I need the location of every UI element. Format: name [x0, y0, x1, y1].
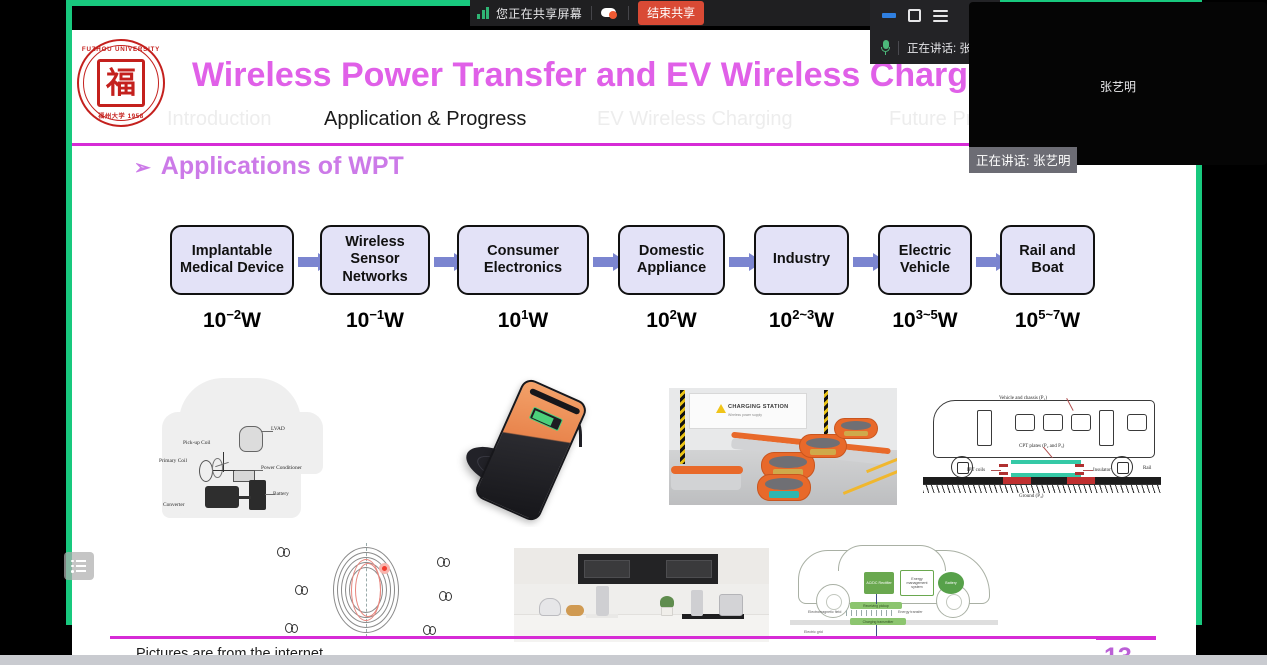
label-converter: Converter: [163, 502, 185, 508]
label-cpt-plates: CPT plates (P₂ and P₃): [1019, 444, 1065, 449]
hamburger-menu-icon[interactable]: [933, 9, 948, 22]
flow-power-2: 101W: [497, 307, 549, 332]
domestic-appliance-kitchen-photo: [514, 548, 769, 642]
speaking-badge: 正在讲话: 张艺明: [969, 147, 1078, 173]
flow-box-industry: Industry: [754, 225, 849, 295]
bullet-arrow-icon: ➢: [134, 157, 151, 179]
section-heading: ➢ Applications of WPT: [134, 152, 404, 181]
label-ipt-coils: IPT coils: [967, 468, 986, 473]
sharing-status-text: 您正在共享屏幕: [496, 6, 583, 21]
pause-share-icon[interactable]: [601, 6, 619, 20]
agv-charging-station-photo: CHARGING STATION Wireless power supply: [669, 388, 897, 505]
footer-divider: [110, 636, 1130, 639]
label-insulator: Insulator: [1093, 468, 1111, 473]
ev-label-energy-transfer: Energy transfer: [898, 610, 923, 614]
maximize-icon[interactable]: [908, 9, 921, 22]
screen-root: FUZHOU UNIVERSITY 福 福州大学 1958 Wireless P…: [0, 0, 1267, 665]
ev-wireless-charging-diagram: AC/DC Rectifier Energy management system…: [790, 542, 998, 642]
page-number-divider: [1096, 636, 1156, 640]
charging-station-sign-sub: Wireless power supply: [728, 413, 762, 417]
charging-station-sign-title: CHARGING STATION: [728, 404, 789, 410]
label-lvad: LVAD: [271, 426, 285, 432]
list-menu-icon: [71, 559, 87, 573]
flow-power-6: 105~7W: [1014, 307, 1081, 332]
footer-note: Pictures are from the internet.: [136, 646, 327, 655]
ev-label-em-field: Electromagnetic field: [808, 610, 842, 614]
section-heading-text: Applications of WPT: [160, 152, 404, 180]
participant-name: 张艺明: [1099, 80, 1136, 94]
page-number: 13: [1104, 643, 1132, 655]
ev-block-battery: Battery: [938, 572, 964, 594]
minimize-icon[interactable]: [882, 13, 896, 18]
label-vehicle-chassis: Vehicle and chassis (P₁): [999, 396, 1047, 401]
participant-video-tile[interactable]: 张艺明: [969, 2, 1267, 165]
flow-power-1: 10−1W: [345, 307, 404, 332]
logo-top-text: FUZHOU UNIVERSITY: [81, 46, 161, 53]
label-primary-coil: Primary Coil: [159, 458, 188, 464]
wpt-application-flowchart: Implantable Medical Device 10−2W Wireles…: [92, 225, 1187, 335]
ev-block-ac-dc: AC/DC Rectifier: [864, 572, 894, 594]
rail-cpt-ipt-diagram: Vehicle and chassis (P₁) CPT plates (P₂ …: [915, 388, 1167, 505]
label-rail: Rail: [1143, 466, 1152, 471]
ev-charging-pad: Charging transmitter: [850, 618, 906, 625]
logo-bottom-text: 福州大学 1958: [98, 113, 144, 120]
signal-bars-icon: [477, 7, 489, 19]
desktop-taskbar: [0, 655, 1267, 665]
ev-label-electric-grid: Electric grid: [804, 630, 823, 634]
microphone-icon: [881, 40, 890, 55]
flow-box-domestic-appliance: Domestic Appliance: [618, 225, 725, 295]
flow-power-5: 103~5W: [892, 307, 958, 332]
toolbar-separator-1: [591, 6, 593, 20]
end-share-button[interactable]: 结束共享: [638, 1, 705, 25]
tab-ev-wireless-charging[interactable]: EV Wireless Charging: [597, 108, 793, 131]
flow-box-wireless-sensor-networks: Wireless Sensor Networks: [320, 225, 430, 295]
speaker-separator: [898, 40, 899, 55]
flow-power-3: 102W: [646, 307, 697, 332]
slideshow-options-button[interactable]: [64, 552, 94, 580]
label-pickup-coil: Pick-up Coil: [183, 440, 211, 446]
fuzhou-university-logo: FUZHOU UNIVERSITY 福 福州大学 1958: [77, 39, 165, 127]
label-ground: Ground (P₄): [1019, 494, 1044, 499]
flow-power-0: 10−2W: [202, 307, 261, 332]
wireless-sensor-network-diagram: [267, 535, 467, 645]
flow-box-electric-vehicle: Electric Vehicle: [878, 225, 972, 295]
toolbar-separator-2: [628, 6, 630, 20]
flow-power-4: 102~3W: [768, 307, 835, 332]
implantable-lvad-diagram: Primary Coil Pick-up Coil LVAD Power Con…: [157, 378, 332, 518]
tab-introduction[interactable]: Introduction: [167, 108, 272, 131]
ev-block-ems: Energy management system: [900, 570, 934, 596]
flow-box-consumer-electronics: Consumer Electronics: [457, 225, 589, 295]
flow-box-rail-and-boat: Rail and Boat: [1000, 225, 1095, 295]
tab-application-progress[interactable]: Application & Progress: [324, 108, 526, 131]
label-battery: Battery: [273, 491, 289, 497]
label-power-conditioner: Power Conditioner: [261, 465, 302, 471]
wireless-phone-charging-photo: [450, 375, 630, 527]
flow-box-implantable-medical-device: Implantable Medical Device: [170, 225, 294, 295]
